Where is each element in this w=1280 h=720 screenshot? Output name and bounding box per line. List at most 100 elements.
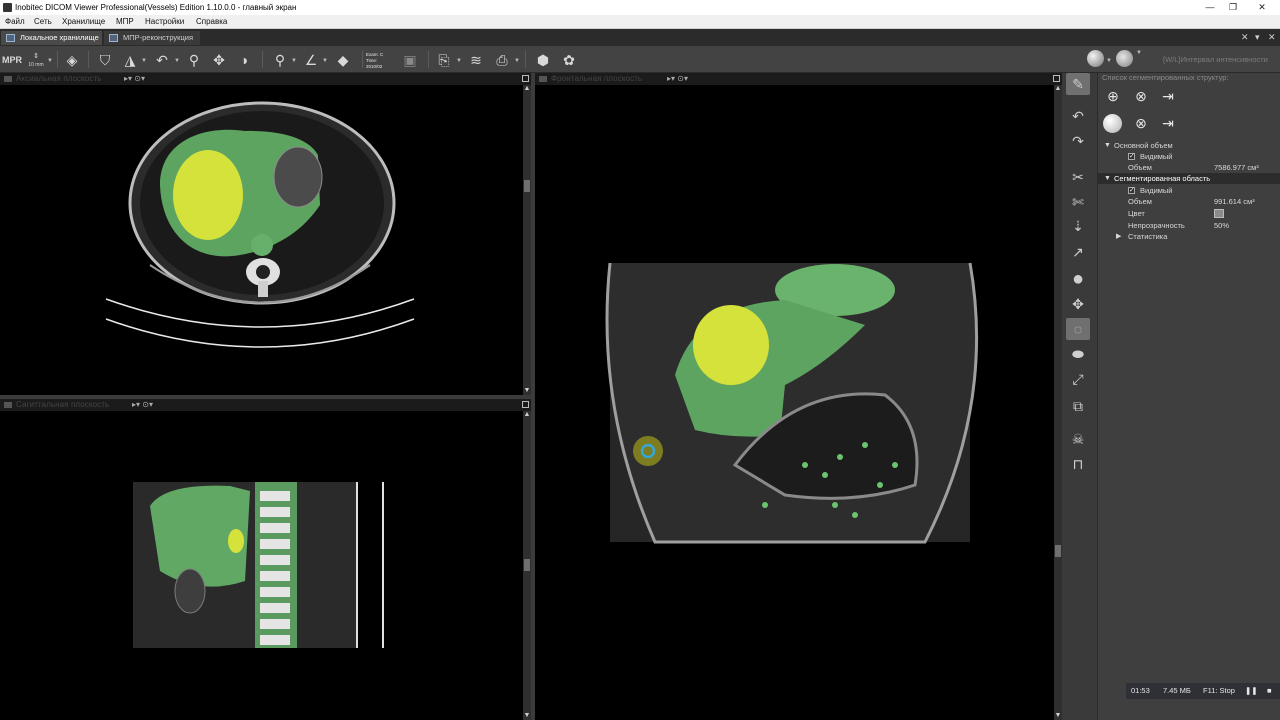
scroll-up-icon[interactable]: ▲	[523, 411, 531, 419]
delete-structure-icon[interactable]: ⊗	[1130, 86, 1152, 106]
export-structure-icon[interactable]: ⇥	[1157, 86, 1179, 106]
skull-icon[interactable]: ☠	[1066, 428, 1090, 450]
viewport-header: Аксиальная плоскость ▸▾ ⊙▾	[0, 73, 531, 85]
layers-icon[interactable]: ≋	[466, 50, 486, 70]
restore-button[interactable]: ❐	[1218, 1, 1248, 14]
visible-checkbox[interactable]: ✓	[1128, 153, 1135, 160]
color-swatch[interactable]	[1214, 209, 1224, 218]
flip-icon[interactable]: ◮	[120, 50, 140, 70]
axial-image	[105, 101, 415, 348]
tab-label: МПР-реконструкция	[123, 33, 194, 42]
collapse-icon[interactable]: ▼	[1104, 140, 1111, 151]
menu-file[interactable]: Файл	[5, 17, 25, 26]
redo-icon[interactable]: ↷	[1066, 130, 1090, 152]
zoom-icon[interactable]: ⚲	[184, 50, 204, 70]
maximize-viewport-icon[interactable]	[522, 75, 529, 82]
volume-label: Объем	[1128, 197, 1152, 206]
maximize-viewport-icon[interactable]	[522, 401, 529, 408]
scroll-thumb[interactable]	[524, 559, 530, 571]
menu-help[interactable]: Справка	[196, 17, 227, 26]
scroll-down-icon[interactable]: ▼	[1054, 712, 1062, 720]
panel-header: Список сегментированных структур:	[1102, 73, 1229, 82]
pan-icon[interactable]: ✥	[209, 50, 229, 70]
scroll-up-icon[interactable]: ▲	[1054, 85, 1062, 93]
exam-info-button[interactable]: Exam: C Time: 2010/02	[366, 52, 394, 72]
angle-measure-icon[interactable]: ∠	[301, 50, 321, 70]
sagittal-scrollbar[interactable]: ▲ ▼	[523, 411, 531, 720]
add-structure-icon[interactable]: ⊕	[1102, 86, 1124, 106]
export-icon[interactable]: ⎘	[434, 50, 454, 70]
3d-model-icon[interactable]: ⬢	[533, 50, 553, 70]
scroll-down-icon[interactable]: ▼	[523, 712, 531, 720]
statistics-row[interactable]: ▶ Статистика	[1098, 231, 1280, 242]
render-preset-icon[interactable]	[1087, 50, 1104, 67]
axial-viewport[interactable]: Аксиальная плоскость ▸▾ ⊙▾ ▲ ▼	[0, 73, 531, 395]
play-icon[interactable]: ▸▾ ⊙▾	[124, 74, 145, 83]
threshold-icon[interactable]: ⇣	[1066, 215, 1090, 237]
tab-list-icon[interactable]: ▾	[1255, 32, 1260, 43]
coronal-scrollbar[interactable]: ▲ ▼	[1054, 85, 1062, 720]
scroll-up-icon[interactable]: ▲	[523, 85, 531, 93]
slice-thickness-button[interactable]: ⇕ 10 mm	[26, 52, 46, 72]
visible-checkbox[interactable]: ✓	[1128, 187, 1135, 194]
marker-icon[interactable]: ⚲	[270, 50, 290, 70]
menu-settings[interactable]: Настройки	[145, 17, 184, 26]
menu-network[interactable]: Сеть	[34, 17, 52, 26]
menu-storage[interactable]: Хранилище	[62, 17, 105, 26]
menu-bar: Файл Сеть Хранилище МПР Настройки Справк…	[0, 15, 1280, 29]
stop-icon[interactable]: ■	[1267, 686, 1272, 695]
coronal-viewport[interactable]: Фронтальная плоскость ▸▾ ⊙▾ ▲ ▼	[535, 73, 1062, 720]
remove-region-icon[interactable]: ⊗	[1130, 113, 1152, 133]
scroll-down-icon[interactable]: ▼	[523, 387, 531, 395]
undo-icon[interactable]: ↶	[1066, 105, 1090, 127]
tab-local-storage[interactable]: Локальное хранилище	[1, 31, 102, 45]
collapse-icon[interactable]: ▼	[1104, 173, 1111, 184]
wl-preset-label[interactable]: [W/L]Интервал интенсивности	[1163, 55, 1268, 64]
cut-icon[interactable]: ✂	[1066, 166, 1090, 188]
cut-inverse-icon[interactable]: ✄	[1066, 191, 1090, 213]
mpr-button[interactable]: MPR	[2, 50, 22, 70]
shield-icon[interactable]: ⛉	[95, 50, 115, 70]
segmentation-mode-icon[interactable]: ✎	[1066, 73, 1090, 95]
viewport-title: Фронтальная плоскость	[551, 74, 643, 83]
play-icon[interactable]: ▸▾ ⊙▾	[132, 400, 153, 409]
eraser-icon[interactable]: ◆	[333, 50, 353, 70]
palette-icon[interactable]	[1116, 50, 1133, 67]
pause-icon[interactable]: ❚❚	[1245, 686, 1258, 695]
segment-color-row: Цвет	[1098, 208, 1280, 219]
merge-icon[interactable]: ⬬	[1066, 343, 1090, 365]
play-icon[interactable]: ▸▾ ⊙▾	[667, 74, 688, 83]
close-all-tabs-icon[interactable]: ✕	[1268, 32, 1276, 43]
copy-region-icon[interactable]: ⧉	[1066, 395, 1090, 417]
menu-mpr[interactable]: МПР	[116, 17, 134, 26]
close-tab-icon[interactable]: ✕	[1241, 32, 1249, 43]
puzzle-icon[interactable]: ▣	[400, 50, 420, 70]
tab-mpr-reconstruction[interactable]: МПР-реконструкция	[104, 31, 200, 45]
segment-opacity-row: Непрозрачность 50%	[1098, 220, 1280, 231]
move-icon[interactable]: ✥	[1066, 293, 1090, 315]
curve-icon[interactable]: ↗	[1066, 241, 1090, 263]
maximize-viewport-icon[interactable]	[1053, 75, 1060, 82]
window-level-icon[interactable]: ◑	[234, 50, 254, 70]
sphere-icon[interactable]	[1103, 114, 1122, 133]
grow-region-icon[interactable]: ◌	[1066, 318, 1090, 340]
resize-icon[interactable]: ⤢	[1066, 368, 1090, 390]
rotate-icon[interactable]: ↶	[152, 50, 172, 70]
scroll-thumb[interactable]	[524, 180, 530, 192]
axial-scrollbar[interactable]: ▲ ▼	[523, 85, 531, 395]
visible-label: Видимый	[1140, 186, 1173, 195]
sagittal-viewport[interactable]: Сагиттальная плоскость ▸▾ ⊙▾ ▲ ▼	[0, 399, 531, 720]
expand-icon[interactable]: ▶	[1116, 231, 1121, 242]
brush-icon[interactable]: ●	[1066, 268, 1090, 290]
viewport-title: Аксиальная плоскость	[16, 74, 102, 83]
table-icon[interactable]: ⊓	[1066, 453, 1090, 475]
main-volume-row[interactable]: ▼ Основной объем	[1098, 140, 1280, 151]
print-icon[interactable]: ⎙	[492, 50, 512, 70]
segment-row[interactable]: ▼ Сегментированная область	[1098, 173, 1280, 184]
export-region-icon[interactable]: ⇥	[1157, 113, 1179, 133]
close-button[interactable]: ✕	[1247, 1, 1277, 14]
brain-icon[interactable]: ✿	[559, 50, 579, 70]
3d-volume-icon[interactable]: ◈	[62, 50, 82, 70]
scroll-thumb[interactable]	[1055, 545, 1061, 557]
opacity-value[interactable]: 50%	[1214, 220, 1229, 231]
